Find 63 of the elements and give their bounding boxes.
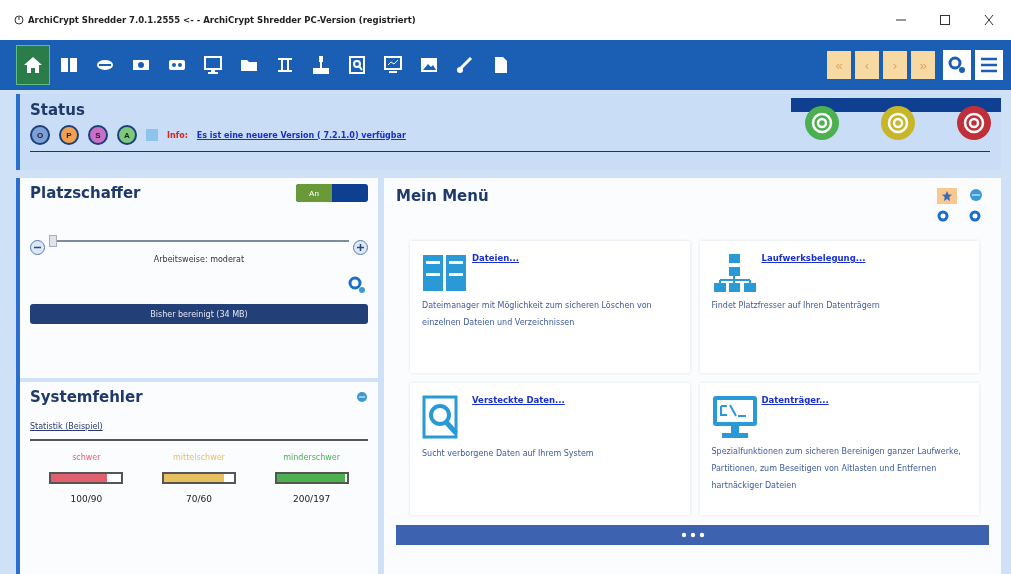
ring-icon[interactable] bbox=[937, 210, 949, 222]
plus-button[interactable] bbox=[353, 240, 368, 255]
target-button[interactable] bbox=[805, 106, 839, 140]
more-dots-icon bbox=[680, 532, 705, 538]
mode-button[interactable]: P bbox=[59, 125, 79, 145]
meter-label: minderschwer bbox=[283, 453, 340, 462]
hierarchy-icon bbox=[711, 253, 758, 293]
meter-label: schwer bbox=[72, 453, 101, 462]
menu-button[interactable] bbox=[975, 50, 1003, 80]
card-title-link[interactable]: Versteckte Daten... bbox=[472, 395, 565, 441]
target-button[interactable] bbox=[881, 106, 915, 140]
target-button[interactable] bbox=[957, 106, 991, 140]
mode-button[interactable]: O bbox=[30, 125, 50, 145]
expand-icon[interactable] bbox=[969, 188, 983, 202]
toolbar-button[interactable] bbox=[16, 45, 50, 85]
meter-reading: 100/90 bbox=[70, 494, 103, 504]
menu-card[interactable]: Laufwerksbelegung... Findet Platzfresser auf Ihren Datenträgern bbox=[699, 241, 979, 373]
status-title: Status bbox=[30, 101, 85, 119]
mode-button[interactable]: A bbox=[117, 125, 137, 145]
info-label: Info: bbox=[167, 130, 188, 140]
mode-button[interactable]: S bbox=[88, 125, 108, 145]
meter-reading: 200/197 bbox=[292, 494, 331, 504]
card-title-link[interactable]: Datenträger... bbox=[761, 395, 829, 439]
star-icon bbox=[942, 191, 952, 201]
card-description: Findet Platzfresser auf Ihren Datenträgern bbox=[711, 300, 881, 312]
menu-card[interactable]: Versteckte Daten... Sucht verborgene Daten auf Ihrem System bbox=[410, 383, 690, 515]
home-icon bbox=[23, 55, 43, 75]
panels-icon bbox=[59, 55, 79, 75]
card-description: Dateimanager mit Möglichkeit zum sicheren Löschen von einzelnen Dateien und Verzeichnissen bbox=[422, 300, 653, 329]
cleaned-button[interactable]: Bisher bereinigt (34 MB) bbox=[30, 304, 368, 324]
update-link[interactable]: Es ist eine neuere Version ( 7.2.1.0) verfügbar bbox=[196, 130, 406, 140]
meter-label: mittelschwer bbox=[173, 453, 225, 462]
ring-icon[interactable] bbox=[969, 210, 981, 222]
meter-reading: 70/60 bbox=[186, 494, 212, 504]
card-title-link[interactable]: Laufwerksbelegung... bbox=[761, 253, 866, 293]
console-monitor-icon bbox=[711, 395, 758, 439]
statistics-link[interactable]: Statistik (Beispiel) bbox=[30, 422, 103, 431]
minus-icon bbox=[34, 244, 41, 251]
app-logo-icon bbox=[14, 15, 24, 25]
menu-card[interactable]: Dateien... Dateimanager mit Möglichkeit zum sicheren Löschen von einzelnen Dateien und Verzeichnissen bbox=[410, 241, 690, 373]
monitor-icon bbox=[203, 55, 223, 75]
menu-card[interactable]: Datenträger... Spezialfunktionen zum sicheren Bereinigen ganzer Laufwerke, Partitionen, zum Beseitigen von Altlasten und Entfernen hartnäckiger Dateien bbox=[699, 383, 979, 515]
slider-thumb[interactable] bbox=[49, 234, 57, 247]
panels-icon bbox=[422, 253, 468, 293]
panel-title: Systemfehler bbox=[30, 388, 143, 406]
settings-button[interactable] bbox=[943, 50, 971, 80]
card-title-link[interactable]: Dateien... bbox=[472, 253, 520, 293]
settings-icon[interactable] bbox=[348, 276, 366, 294]
favorite-button[interactable] bbox=[937, 188, 957, 204]
update-icon bbox=[146, 129, 158, 141]
menu-icon bbox=[980, 57, 998, 73]
window-title: ArchiCrypt Shredder 7.0.1.2555 <- - ArchiCrypt Shredder PC-Version (registriert) bbox=[28, 15, 416, 25]
expand-icon[interactable] bbox=[356, 391, 368, 403]
panel-title: Mein Menü bbox=[396, 187, 489, 205]
plus-icon bbox=[357, 244, 364, 251]
panel-title: Platzschaffer bbox=[30, 184, 141, 202]
minus-button[interactable] bbox=[30, 240, 45, 255]
search-icon bbox=[347, 55, 367, 75]
image-icon bbox=[419, 55, 439, 75]
card-description: Spezialfunktionen zum sicheren Bereinigen ganzer Laufwerke, Partitionen, zum Beseitigen von Altlasten und Entfernen hartnäckiger Dateien bbox=[711, 446, 962, 492]
mode-label: Arbeitsweise: moderat bbox=[152, 255, 246, 264]
chart-monitor-icon bbox=[383, 55, 403, 75]
card-description: Sucht verborgene Daten auf Ihrem System bbox=[422, 448, 595, 460]
